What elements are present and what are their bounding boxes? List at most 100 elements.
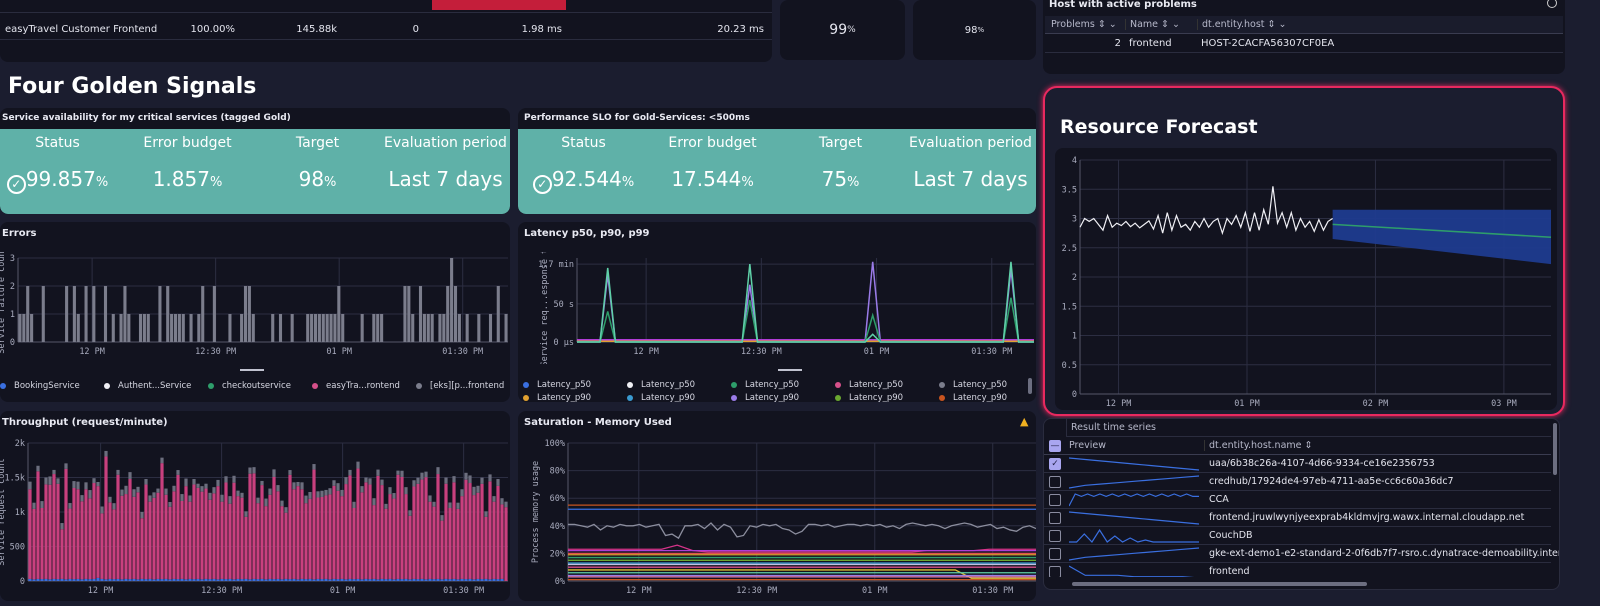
throughput-bar-segment[interactable]	[252, 578, 256, 581]
throughput-bar-segment[interactable]	[112, 509, 116, 580]
error-bar[interactable]	[465, 314, 469, 342]
throughput-bar-segment[interactable]	[368, 478, 372, 485]
throughput-bar-segment[interactable]	[220, 501, 224, 579]
error-bar[interactable]	[376, 314, 380, 342]
throughput-bar-segment[interactable]	[84, 489, 88, 579]
throughput-bar-segment[interactable]	[44, 484, 48, 579]
throughput-bar-segment[interactable]	[68, 503, 72, 509]
throughput-bar-segment[interactable]	[96, 577, 100, 581]
row-checkbox[interactable]	[1049, 548, 1061, 560]
throughput-bar-segment[interactable]	[224, 476, 228, 483]
throughput-bar-segment[interactable]	[288, 470, 292, 475]
error-bar[interactable]	[329, 314, 333, 342]
throughput-bar-segment[interactable]	[316, 497, 320, 579]
throughput-bar-segment[interactable]	[212, 578, 216, 581]
memory-chart[interactable]: 0% 20% 40% 60% 80% 100% 12 PM 12:30 PM 01 PM 01:3…	[518, 437, 1036, 597]
error-bar[interactable]	[138, 314, 143, 342]
throughput-bar-segment[interactable]	[428, 501, 432, 579]
throughput-bar-segment[interactable]	[460, 496, 464, 579]
throughput-bar-segment[interactable]	[172, 485, 176, 492]
throughput-bar-segment[interactable]	[72, 487, 76, 580]
throughput-bar-segment[interactable]	[284, 507, 288, 513]
throughput-bar-segment[interactable]	[380, 578, 384, 581]
throughput-bar-segment[interactable]	[184, 579, 188, 581]
throughput-bar-segment[interactable]	[160, 579, 164, 581]
throughput-bar-segment[interactable]	[44, 477, 48, 485]
throughput-bar-segment[interactable]	[476, 578, 480, 581]
error-bar[interactable]	[313, 314, 318, 342]
throughput-bar-segment[interactable]	[252, 467, 256, 474]
throughput-bar-segment[interactable]	[76, 578, 80, 581]
slo-performance-tile[interactable]: Performance SLO for Gold-Services: <500m…	[518, 108, 1036, 214]
legend-item[interactable]: Authent...Service	[104, 381, 208, 391]
throughput-bar-segment[interactable]	[128, 579, 132, 581]
throughput-bar-segment[interactable]	[140, 578, 144, 581]
throughput-bar-segment[interactable]	[328, 494, 332, 580]
throughput-bar-segment[interactable]	[456, 579, 460, 581]
throughput-bar-segment[interactable]	[132, 489, 136, 497]
throughput-bar-segment[interactable]	[228, 503, 232, 579]
resource-forecast-panel[interactable]: Resource Forecast 0 0.5 1 1.5 2 2.5 3 3.5 4 12 PM…	[1043, 86, 1565, 416]
latency-series-line[interactable]	[577, 261, 1034, 343]
throughput-bar-segment[interactable]	[268, 494, 272, 579]
throughput-bar-segment[interactable]	[296, 481, 300, 487]
throughput-bar-segment[interactable]	[60, 523, 64, 530]
table-row[interactable]: frontend.jruwlwynjyeexprab4kldmvjrg.wawx…	[1044, 509, 1551, 527]
throughput-bar-segment[interactable]	[112, 579, 116, 581]
error-bar[interactable]	[341, 314, 345, 342]
legend-item[interactable]: Latency_p50	[523, 380, 627, 390]
throughput-bar-segment[interactable]	[344, 484, 348, 580]
error-bar[interactable]	[407, 286, 411, 342]
throughput-bar-segment[interactable]	[156, 578, 160, 581]
throughput-bar-segment[interactable]	[348, 578, 352, 581]
throughput-bar-segment[interactable]	[264, 579, 268, 581]
throughput-bar-segment[interactable]	[124, 494, 128, 579]
throughput-bar-segment[interactable]	[372, 578, 376, 581]
throughput-bar-segment[interactable]	[396, 470, 400, 475]
throughput-bar-segment[interactable]	[36, 471, 40, 579]
throughput-bar-segment[interactable]	[88, 498, 92, 580]
legend-item[interactable]: Latency_p90	[835, 393, 939, 402]
throughput-bar-segment[interactable]	[368, 484, 372, 580]
throughput-bar-segment[interactable]	[440, 515, 444, 521]
throughput-bar-segment[interactable]	[284, 512, 288, 579]
throughput-bar-segment[interactable]	[500, 498, 504, 505]
host-id[interactable]: HOST-2CACFA56307CF0EA	[1201, 38, 1334, 49]
throughput-bar-segment[interactable]	[352, 501, 356, 508]
throughput-bar-segment[interactable]	[392, 579, 396, 581]
throughput-bar-segment[interactable]	[420, 472, 424, 480]
error-bar[interactable]	[477, 314, 481, 342]
throughput-bar-segment[interactable]	[496, 485, 500, 580]
throughput-bar-segment[interactable]	[472, 495, 476, 580]
throughput-bar-segment[interactable]	[244, 516, 248, 579]
error-bar[interactable]	[278, 314, 283, 342]
throughput-bar-segment[interactable]	[52, 469, 56, 475]
throughput-bar-segment[interactable]	[256, 503, 260, 580]
throughput-bar-segment[interactable]	[180, 500, 184, 579]
throughput-bar-segment[interactable]	[436, 467, 440, 475]
throughput-bar-segment[interactable]	[396, 578, 400, 581]
throughput-bar-segment[interactable]	[344, 579, 348, 581]
throughput-bar-segment[interactable]	[452, 578, 456, 581]
error-bar[interactable]	[173, 314, 178, 342]
table-row[interactable]: credhub/17924de4-97eb-4711-aa5e-cc6c60a3…	[1044, 473, 1551, 491]
throughput-bar-segment[interactable]	[88, 490, 92, 499]
error-bar[interactable]	[418, 286, 423, 342]
latency-series-line[interactable]	[577, 297, 1034, 343]
error-bar[interactable]	[247, 286, 251, 342]
throughput-bar-segment[interactable]	[100, 506, 104, 514]
throughput-bar-segment[interactable]	[388, 487, 392, 495]
throughput-bar-segment[interactable]	[336, 579, 340, 581]
throughput-bar-segment[interactable]	[244, 578, 248, 581]
throughput-bar-segment[interactable]	[200, 486, 204, 492]
throughput-bar-segment[interactable]	[444, 477, 448, 484]
throughput-bar-segment[interactable]	[328, 579, 332, 581]
throughput-bar-segment[interactable]	[48, 476, 52, 485]
throughput-bar-segment[interactable]	[68, 578, 72, 581]
throughput-bar-segment[interactable]	[504, 501, 508, 508]
throughput-bar-segment[interactable]	[316, 578, 320, 581]
throughput-bar-segment[interactable]	[224, 482, 228, 580]
throughput-bar-segment[interactable]	[44, 578, 48, 581]
throughput-bar-segment[interactable]	[100, 513, 104, 579]
throughput-bar-segment[interactable]	[208, 579, 212, 581]
